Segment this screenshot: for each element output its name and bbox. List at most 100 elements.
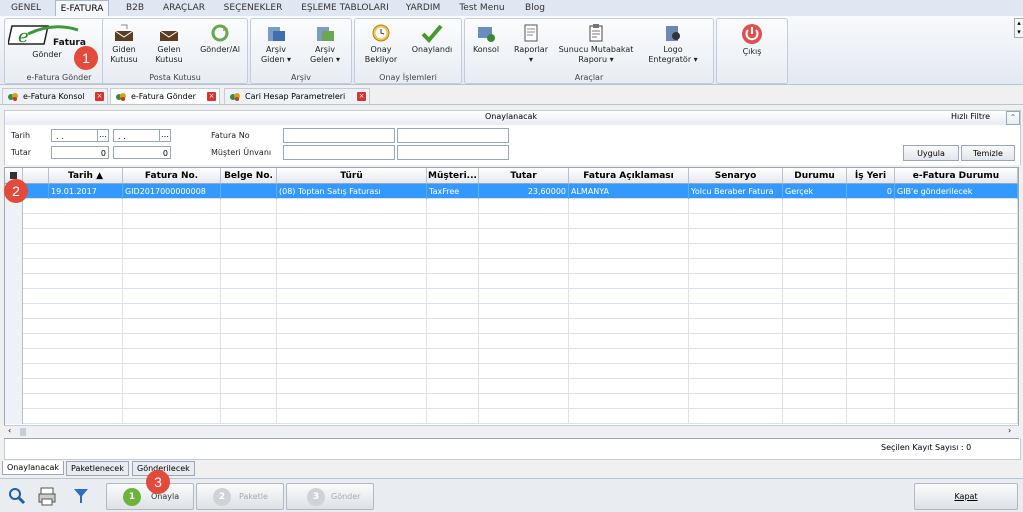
gelen-kutusu-button[interactable]: Gelen Kutusu: [149, 23, 189, 65]
tutar-min-input[interactable]: 0: [51, 146, 109, 159]
empty-cell: [783, 394, 847, 409]
menu-e-fatura[interactable]: E-FATURA: [55, 0, 109, 17]
print-icon[interactable]: [36, 485, 58, 507]
close-icon[interactable]: ×: [95, 92, 104, 101]
horizontal-scrollbar[interactable]: ‹ ›: [4, 425, 1019, 438]
empty-cell: [783, 199, 847, 214]
musteri-input-2[interactable]: [397, 145, 509, 160]
col-efatura-durumu[interactable]: e-Fatura Durumu: [895, 168, 1018, 184]
arsiv-gelen-button[interactable]: Arşiv Gelen ▾: [303, 23, 347, 65]
menu-araclar[interactable]: ARAÇLAR: [158, 0, 210, 16]
empty-cell: [277, 259, 427, 274]
col-is-yeri[interactable]: İş Yeri: [847, 168, 895, 184]
tab-efatura-konsol[interactable]: e-Fatura Konsol ×: [2, 88, 108, 104]
col-durumu[interactable]: Durumu: [783, 168, 847, 184]
empty-cell: [689, 319, 783, 334]
row-indicator: [5, 289, 23, 304]
filter-icon[interactable]: [70, 485, 92, 507]
empty-cell: [221, 214, 277, 229]
empty-cell: [123, 409, 221, 424]
scroll-left-icon[interactable]: ‹: [8, 426, 11, 435]
tab-efatura-gonder[interactable]: e-Fatura Gönder ×: [110, 88, 220, 104]
quick-filter-label[interactable]: Hızlı Filtre: [951, 112, 990, 121]
col-turu[interactable]: Türü: [277, 168, 427, 184]
tab-cari-hesap-parametreleri[interactable]: Cari Hesap Parametreleri ×: [224, 88, 370, 104]
temizle-button[interactable]: Temizle: [961, 145, 1015, 161]
menu-secenekler[interactable]: SEÇENEKLER: [220, 0, 286, 16]
empty-cell: [427, 229, 479, 244]
empty-cell: [569, 274, 689, 289]
close-icon[interactable]: ×: [207, 92, 216, 101]
empty-cell: [569, 319, 689, 334]
scroll-right-icon[interactable]: ›: [1008, 426, 1011, 435]
group-posta-kutusu: Giden Kutusu Gelen Kutusu Gönder/Al Post…: [102, 18, 248, 84]
menu-b2b[interactable]: B2B: [120, 0, 150, 16]
fatura-no-input-2[interactable]: [397, 128, 509, 143]
tarih-end-input[interactable]: . . …: [113, 129, 171, 142]
col-tutar[interactable]: Tutar: [479, 168, 569, 184]
search-icon[interactable]: [6, 485, 28, 507]
col-tarih[interactable]: Tarih ▲: [49, 168, 123, 184]
empty-cell: [569, 214, 689, 229]
onaylandi-label: Onaylandı: [411, 45, 453, 54]
menu-yardim[interactable]: YARDIM: [402, 0, 444, 16]
tab-label-efatura-gonder: e-Fatura Gönder: [131, 92, 196, 101]
raporlar-label: Raporlar: [509, 45, 553, 55]
raporlar-button[interactable]: Raporlar ▾: [509, 23, 553, 65]
fatura-no-input-1[interactable]: [283, 128, 395, 143]
scroll-thumb[interactable]: [20, 428, 26, 436]
row-indicator: [5, 259, 23, 274]
group-title-araclar: Araçlar: [574, 73, 604, 82]
onaylandi-button[interactable]: Onaylandı: [407, 23, 457, 55]
clock-icon: [372, 24, 390, 42]
empty-cell: [569, 304, 689, 319]
arsiv-giden-label-1: Arşiv: [266, 45, 286, 54]
menu-blog[interactable]: Blog: [520, 0, 550, 16]
empty-cell: [123, 304, 221, 319]
tarih-start-input[interactable]: . . …: [51, 129, 109, 142]
dropdown-arrow-icon: ▾: [335, 55, 340, 64]
tutar-max-input[interactable]: 0: [113, 146, 171, 159]
konsol-button[interactable]: Konsol: [467, 23, 505, 55]
empty-cell: [569, 289, 689, 304]
menu-esleme-tablolari[interactable]: EŞLEME TABLOLARI: [296, 0, 394, 16]
logo-entegrator-button[interactable]: Logo Entegratör ▾: [641, 23, 705, 65]
paketle-label: Paketle: [239, 492, 268, 501]
menu-genel[interactable]: GENEL: [4, 0, 48, 16]
collapse-up-icon[interactable]: ⌃: [1006, 111, 1020, 125]
arsiv-giden-button[interactable]: Arşiv Giden ▾: [255, 23, 297, 65]
ribbon-collapse-icon[interactable]: ▴ ▾: [1014, 18, 1023, 38]
date-picker-icon[interactable]: …: [159, 130, 170, 141]
empty-row: [5, 229, 1018, 244]
kapat-button[interactable]: Kapat: [914, 483, 1018, 510]
giden-kutusu-button[interactable]: Giden Kutusu: [105, 23, 143, 65]
empty-cell: [479, 334, 569, 349]
table-row[interactable]: 19.01.2017 GID2017000000008 (08) Toptan …: [5, 184, 1018, 199]
musteri-input-1[interactable]: [283, 145, 395, 160]
cell-efatura-durumu: GIB'e gönderilecek: [895, 184, 1018, 199]
col-fatura-no[interactable]: Fatura No.: [123, 168, 221, 184]
cell-fatura-no: GID2017000000008: [123, 184, 221, 199]
col-fatura-aciklamasi[interactable]: Fatura Açıklaması: [569, 168, 689, 184]
group-onay-islemleri: Onay Bekliyor Onaylandı Onay İşlemleri: [354, 18, 462, 84]
gonder-step-button[interactable]: 3 Gönder: [286, 483, 374, 510]
col-belge-no[interactable]: Belge No.: [221, 168, 277, 184]
col-musteri[interactable]: Müşteri...: [427, 168, 479, 184]
sunucu-mutabakat-raporu-button[interactable]: Sunucu Mutabakat Raporu ▾: [557, 23, 635, 65]
annotation-marker-1: 1: [74, 46, 98, 70]
tab-onaylanacak[interactable]: Onaylanacak: [2, 461, 65, 475]
logo-label-2: Entegratör ▾: [641, 55, 705, 65]
close-icon[interactable]: ×: [357, 92, 366, 101]
panel-header: Onaylanacak Hızlı Filtre ⌃: [4, 110, 1021, 126]
gonder-al-button[interactable]: Gönder/Al: [195, 23, 245, 55]
filter-area: Tarih Tutar . . … . . … 0 0 Fatura No Mü…: [4, 125, 1021, 165]
col-senaryo[interactable]: Senaryo: [689, 168, 783, 184]
uygula-button[interactable]: Uygula: [903, 145, 959, 161]
menu-test-menu[interactable]: Test Menu: [456, 0, 508, 16]
paketle-button[interactable]: 2 Paketle: [196, 483, 284, 510]
tab-paketlenecek[interactable]: Paketlenecek: [66, 461, 129, 476]
cikis-button[interactable]: Çıkış: [727, 23, 777, 57]
onay-bekliyor-button[interactable]: Onay Bekliyor: [357, 23, 405, 65]
empty-cell: [221, 259, 277, 274]
date-picker-icon[interactable]: …: [97, 130, 108, 141]
